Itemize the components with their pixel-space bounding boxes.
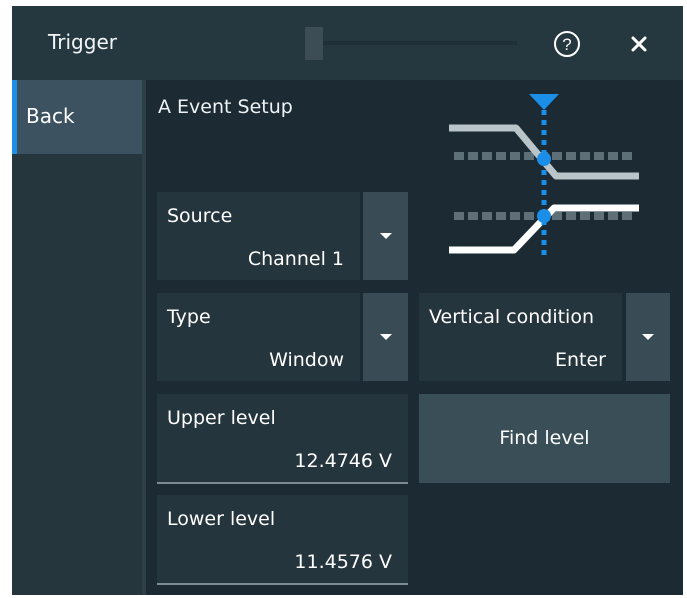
source-field[interactable]: Source Channel 1 [157, 192, 360, 280]
dialog-title: Trigger [48, 30, 117, 54]
upper-level-label: Upper level [167, 407, 276, 429]
svg-text:?: ? [562, 35, 571, 54]
window-trigger-diagram-icon [449, 94, 639, 260]
section-title: A Event Setup [158, 96, 293, 118]
lower-level-value: 11.4576 V [294, 551, 392, 573]
upper-level-field[interactable]: Upper level 12.4746 V [157, 394, 408, 482]
transparency-slider-track[interactable] [312, 41, 517, 45]
type-label: Type [167, 306, 211, 328]
find-level-button[interactable]: Find level [419, 394, 670, 483]
side-navigation [12, 80, 142, 595]
close-button[interactable] [629, 34, 649, 54]
transparency-slider-thumb[interactable] [305, 27, 323, 60]
close-icon [631, 36, 647, 52]
dialog-header: Trigger ? [12, 6, 683, 80]
upper-level-underline [157, 482, 408, 484]
help-circle-icon: ? [554, 31, 580, 57]
chevron-down-icon [642, 334, 654, 340]
vertical-condition-field[interactable]: Vertical condition Enter [419, 293, 622, 381]
lower-level-field[interactable]: Lower level 11.4576 V [157, 495, 408, 583]
vertical-condition-label: Vertical condition [429, 306, 595, 328]
nav-divider [142, 80, 146, 595]
type-dropdown-button[interactable] [363, 293, 408, 381]
chevron-down-icon [379, 233, 392, 239]
find-level-label: Find level [499, 427, 590, 449]
lower-level-underline [157, 583, 408, 585]
back-button[interactable]: Back [12, 80, 142, 154]
source-dropdown-button[interactable] [363, 192, 408, 280]
back-button-label: Back [26, 104, 75, 128]
back-button-accent [12, 80, 17, 154]
type-field[interactable]: Type Window [157, 293, 360, 381]
upper-level-value: 12.4746 V [294, 450, 392, 472]
help-button[interactable]: ? [553, 30, 581, 58]
chevron-down-icon [379, 334, 392, 340]
vertical-condition-dropdown-button[interactable] [626, 293, 670, 381]
source-label: Source [167, 205, 233, 227]
vertical-condition-value: Enter [555, 349, 606, 371]
type-value: Window [269, 349, 344, 371]
lower-level-label: Lower level [167, 508, 276, 530]
source-value: Channel 1 [247, 248, 344, 270]
trigger-dialog: Trigger ? Back A Event Setup Source Chan… [12, 6, 683, 595]
